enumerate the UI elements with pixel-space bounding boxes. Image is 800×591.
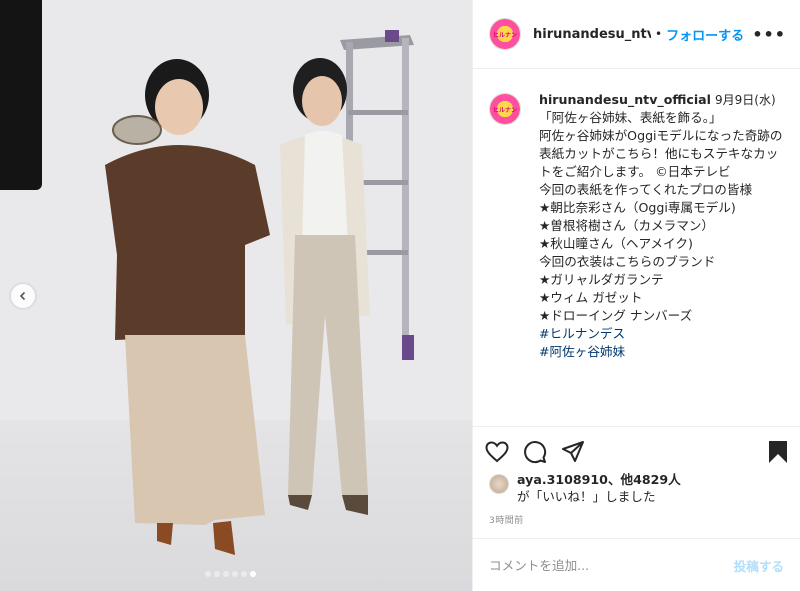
action-icons bbox=[473, 427, 800, 477]
caption-line: ★朝比奈彩さん（Oggi専属モデル) bbox=[539, 200, 736, 215]
liker-avatar[interactable] bbox=[489, 474, 509, 494]
caption-line: ★ガリャルダガランテ bbox=[539, 272, 664, 287]
bookmark-icon[interactable] bbox=[768, 440, 788, 464]
likes-suffix-prefix: が bbox=[517, 489, 530, 504]
likes-text: aya.3108910、他4829人 が「いいね！」しました bbox=[517, 471, 681, 505]
caption-line: 「阿佐ヶ谷姉妹、表紙を飾る。」 bbox=[539, 110, 722, 125]
post-image[interactable] bbox=[0, 0, 472, 591]
carousel-dot bbox=[241, 571, 247, 577]
post-header: ヒルナン hirunandesu_ntv_o… • フォローする ••• bbox=[473, 0, 800, 69]
avatar-logo-text: ヒルナン bbox=[492, 106, 517, 114]
comment-input[interactable] bbox=[489, 557, 734, 573]
carousel-dot bbox=[214, 571, 220, 577]
caption-line: ★秋山瞳さん（ヘアメイク) bbox=[539, 236, 693, 251]
share-icon[interactable] bbox=[561, 440, 585, 464]
caption-line: ★曽根将樹さん（カメラマン） bbox=[539, 218, 715, 233]
account-avatar[interactable]: ヒルナン bbox=[489, 18, 521, 50]
caption-line: 今回の表紙を作ってくれたプロの皆様 bbox=[539, 182, 753, 197]
heart-icon[interactable] bbox=[485, 441, 509, 463]
header-separator: • bbox=[655, 27, 663, 41]
caption-line: ★ウィム ガゼット bbox=[539, 290, 643, 305]
caption-line: ★ドローイング ナンバーズ bbox=[539, 308, 693, 323]
post-timestamp[interactable]: 3時間前 bbox=[473, 505, 800, 526]
likes-summary: aya.3108910、他4829人 が「いいね！」しました bbox=[473, 471, 800, 505]
caption: ヒルナン hirunandesu_ntv_official 9月9日(水) 「阿佐… bbox=[489, 91, 784, 361]
add-comment-bar: 投稿する bbox=[473, 538, 800, 591]
caption-avatar[interactable]: ヒルナン bbox=[489, 93, 521, 125]
carousel-dot bbox=[223, 571, 229, 577]
carousel-dot bbox=[205, 571, 211, 577]
caption-area[interactable]: ヒルナン hirunandesu_ntv_official 9月9日(水) 「阿佐… bbox=[473, 69, 800, 426]
carousel-indicator bbox=[205, 571, 256, 577]
hashtag-link[interactable]: #阿佐ヶ谷姉妹 bbox=[539, 343, 784, 361]
action-bar: aya.3108910、他4829人 が「いいね！」しました 3時間前 bbox=[473, 426, 800, 526]
carousel-dot-active bbox=[250, 571, 256, 577]
caption-line: 今回の衣装はこちらのブランド bbox=[539, 254, 716, 269]
comment-icon[interactable] bbox=[523, 440, 547, 464]
caption-body: hirunandesu_ntv_official 9月9日(水) 「阿佐ヶ谷姉妹、… bbox=[539, 91, 784, 361]
post-comment-button[interactable]: 投稿する bbox=[734, 556, 784, 575]
likes-names[interactable]: aya.3108910、他4829人 bbox=[517, 472, 681, 487]
follow-button[interactable]: フォローする bbox=[666, 25, 744, 44]
avatar-logo-text: ヒルナン bbox=[492, 31, 517, 39]
hashtag-link[interactable]: #ヒルナンデス bbox=[539, 325, 784, 343]
header-username[interactable]: hirunandesu_ntv_o… bbox=[533, 27, 651, 42]
likes-suffix: 「いいね！」しました bbox=[529, 489, 656, 504]
caption-line: 阿佐ヶ谷姉妹がOggiモデルになった奇跡の表紙カットがこちら！他にもステキなカッ… bbox=[539, 128, 783, 179]
chevron-left-icon bbox=[19, 291, 26, 301]
carousel-dot bbox=[232, 571, 238, 577]
post-sidebar: ヒルナン hirunandesu_ntv_o… • フォローする ••• ヒルナ… bbox=[472, 0, 800, 591]
carousel-prev-button[interactable] bbox=[11, 284, 35, 308]
caption-date: 9月9日(水) bbox=[715, 93, 776, 107]
more-options-icon[interactable]: ••• bbox=[752, 25, 786, 44]
person-left bbox=[105, 59, 270, 555]
caption-username[interactable]: hirunandesu_ntv_official bbox=[539, 92, 711, 107]
studio-backdrop bbox=[0, 0, 42, 190]
